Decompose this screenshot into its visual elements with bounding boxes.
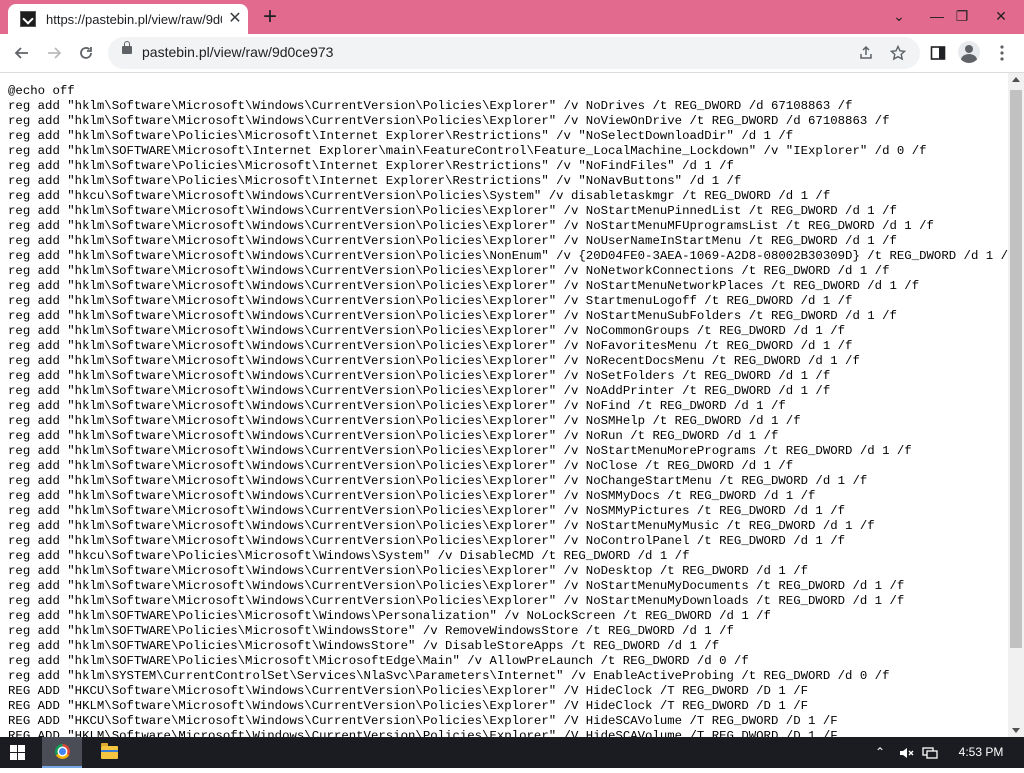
tab-title: https://pastebin.pl/view/raw/9d0 — [46, 11, 222, 27]
star-icon[interactable] — [888, 43, 908, 63]
profile-icon[interactable] — [958, 41, 980, 63]
address-bar[interactable]: pastebin.pl/view/raw/9d0ce973 — [108, 37, 920, 69]
code-line: reg add "hklm\Software\Microsoft\Windows… — [8, 324, 846, 338]
window-close-button[interactable]: ✕ — [978, 0, 1024, 34]
new-tab-button[interactable]: + — [258, 5, 282, 30]
code-line: @echo off — [8, 84, 75, 98]
code-line: reg add "hklm\SOFTWARE\Policies\Microsof… — [8, 639, 720, 653]
code-line: reg add "hklm\Software\Microsoft\Windows… — [8, 444, 912, 458]
lock-icon[interactable] — [122, 41, 132, 54]
code-line: reg add "hklm\Software\Policies\Microsof… — [8, 159, 734, 173]
tab-close-icon[interactable]: ✕ — [226, 10, 244, 28]
taskbar-clock[interactable]: 4:53 PM — [952, 737, 1010, 768]
code-line: REG ADD "HKCU\Software\Microsoft\Windows… — [8, 684, 809, 698]
code-line: reg add "hklm\Software\Microsoft\Windows… — [8, 264, 890, 278]
scroll-down-arrow-icon[interactable] — [1012, 728, 1020, 733]
code-line: reg add "hklm\Software\Microsoft\Windows… — [8, 579, 905, 593]
code-line: reg add "hklm\Software\Microsoft\Windows… — [8, 369, 831, 383]
code-line: reg add "hklm\SOFTWARE\Microsoft\Interne… — [8, 144, 927, 158]
url-text[interactable]: pastebin.pl/view/raw/9d0ce973 — [142, 44, 333, 60]
forward-button[interactable] — [40, 39, 68, 67]
menu-button[interactable] — [988, 39, 1016, 67]
volume-muted-icon[interactable] — [896, 737, 916, 768]
code-line: REG ADD "HKLM\Software\Microsoft\Windows… — [8, 699, 809, 713]
arrow-right-icon — [48, 47, 62, 59]
code-line: reg add "hklm\SOFTWARE\Policies\Microsof… — [8, 654, 749, 668]
arrow-left-icon — [14, 47, 28, 59]
code-line: reg add "hklm\Software\Microsoft\Windows… — [8, 414, 801, 428]
code-line: reg add "hklm\Software\Microsoft\Windows… — [8, 114, 890, 128]
code-line: reg add "hklm\Software\Microsoft\Windows… — [8, 429, 779, 443]
vertical-scrollbar[interactable] — [1008, 73, 1024, 737]
code-line: reg add "hklm\SYSTEM\CurrentControlSet\S… — [8, 669, 890, 683]
code-line: reg add "hklm\Software\Microsoft\Windows… — [8, 459, 794, 473]
code-line: reg add "hklm\Software\Microsoft\Windows… — [8, 204, 897, 218]
scroll-up-arrow-icon[interactable] — [1012, 77, 1020, 82]
code-line: reg add "hklm\Software\Microsoft\Windows… — [8, 219, 934, 233]
code-line: reg add "hklm\Software\Microsoft\Windows… — [8, 399, 786, 413]
raw-paste-text: @echo off reg add "hklm\Software\Microsof… — [0, 73, 1008, 737]
code-line: reg add "hklm\Software\Microsoft\Windows… — [8, 279, 920, 293]
code-line: reg add "hklm\Software\Microsoft\Windows… — [8, 294, 853, 308]
code-line: reg add "hkcu\Software\Microsoft\Windows… — [8, 189, 831, 203]
tab-strip: https://pastebin.pl/view/raw/9d0 ✕ + ⌄ —… — [0, 0, 1024, 34]
kebab-menu-icon — [1000, 45, 1004, 61]
windows-logo-icon — [10, 745, 17, 752]
browser-toolbar: pastebin.pl/view/raw/9d0ce973 — [0, 34, 1024, 73]
code-line: reg add "hkcu\Software\Policies\Microsof… — [8, 549, 690, 563]
code-line: reg add "hklm\Software\Microsoft\Windows… — [8, 474, 868, 488]
code-line: REG ADD "HKCU\Software\Microsoft\Windows… — [8, 714, 838, 728]
scrollbar-thumb[interactable] — [1010, 90, 1022, 648]
code-line: reg add "hklm\Software\Policies\Microsof… — [8, 129, 794, 143]
code-line: reg add "hklm\Software\Microsoft\Windows… — [8, 384, 831, 398]
chrome-icon — [55, 744, 70, 759]
code-line: reg add "hklm\Software\Microsoft\Windows… — [8, 564, 809, 578]
code-line: reg add "hklm\Software\Microsoft\Windows… — [8, 594, 905, 608]
code-line: reg add "hklm\SOFTWARE\Policies\Microsof… — [8, 624, 734, 638]
side-panel-icon — [930, 46, 946, 60]
terminal-favicon-icon — [20, 11, 36, 27]
file-explorer-icon — [101, 743, 118, 759]
code-line: reg add "hklm\Software\Microsoft\Windows… — [8, 249, 1008, 263]
code-line: reg add "hklm\Software\Microsoft\Windows… — [8, 234, 897, 248]
taskbar-chrome-button[interactable] — [42, 737, 82, 768]
windows-taskbar: ⌃ 4:53 PM — [0, 737, 1024, 768]
start-button[interactable] — [10, 745, 26, 761]
code-line: reg add "hklm\Software\Microsoft\Windows… — [8, 519, 875, 533]
code-line: reg add "hklm\Software\Microsoft\Windows… — [8, 309, 897, 323]
code-line: reg add "hklm\Software\Policies\Microsof… — [8, 174, 742, 188]
taskbar-file-explorer-button[interactable] — [90, 737, 130, 768]
network-icon[interactable] — [920, 737, 940, 768]
tray-chevron-icon[interactable]: ⌃ — [872, 737, 888, 768]
code-line: reg add "hklm\Software\Microsoft\Windows… — [8, 504, 846, 518]
code-line: reg add "hklm\SOFTWARE\Policies\Microsof… — [8, 609, 771, 623]
browser-tab[interactable]: https://pastebin.pl/view/raw/9d0 ✕ — [8, 4, 248, 34]
code-line: reg add "hklm\Software\Microsoft\Windows… — [8, 534, 846, 548]
code-line: reg add "hklm\Software\Microsoft\Windows… — [8, 339, 853, 353]
code-line: reg add "hklm\Software\Microsoft\Windows… — [8, 354, 860, 368]
reload-button[interactable] — [72, 39, 100, 67]
page-content: @echo off reg add "hklm\Software\Microsof… — [0, 73, 1008, 737]
reload-icon — [80, 47, 92, 59]
code-line: REG ADD "HKLM\Software\Microsoft\Windows… — [8, 729, 838, 737]
code-line: reg add "hklm\Software\Microsoft\Windows… — [8, 489, 816, 503]
share-icon[interactable] — [856, 43, 876, 63]
back-button[interactable] — [8, 39, 36, 67]
code-line: reg add "hklm\Software\Microsoft\Windows… — [8, 99, 853, 113]
side-panel-button[interactable] — [924, 39, 952, 67]
